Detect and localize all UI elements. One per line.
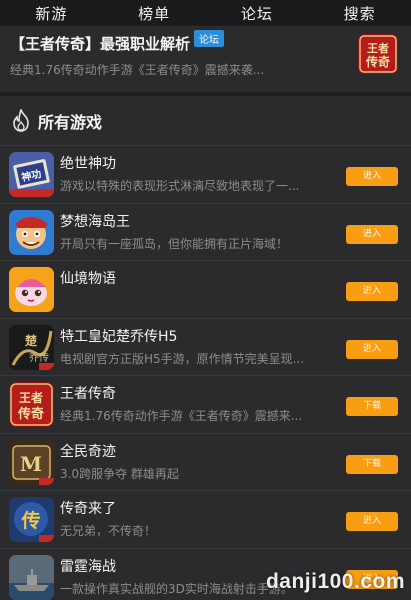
game-name: 绝世神功 — [60, 156, 116, 172]
game-description: 开局只有一座孤岛，但你能拥有正片海域！ — [60, 236, 289, 251]
enter-button[interactable]: 进入 — [346, 282, 398, 301]
game-name: 全民奇迹 — [60, 443, 116, 460]
svg-text:传奇: 传奇 — [17, 406, 44, 422]
nav-tab-search[interactable]: 搜索 — [308, 3, 411, 24]
featured-title: 【王者传奇】最强职业解析 — [10, 34, 191, 53]
svg-text:传奇: 传奇 — [365, 54, 390, 69]
svg-text:王者: 王者 — [19, 390, 43, 405]
download-button[interactable]: 下载 — [346, 454, 398, 474]
wangzhe-chuanqi-icon: 王者 传奇 — [358, 34, 398, 74]
game-name: 仙境物语 — [60, 271, 116, 287]
leiting-haizhan-icon — [9, 554, 54, 600]
site-watermark: danji100.com — [265, 570, 405, 593]
game-description: 电视剧官方正版H5手游，原作情节完美呈现... — [60, 351, 305, 366]
game-name: 雷霆海战 — [60, 558, 116, 575]
nav-tab-rankings[interactable]: 榜单 — [103, 3, 206, 24]
enter-button[interactable]: 进入 — [346, 339, 398, 359]
enter-button[interactable]: 进入 — [346, 512, 398, 531]
game-description: 3.0跨服争夺 群雄再起 — [60, 466, 179, 481]
chuqiao-zhuan-icon: 楚 乔传 — [9, 324, 54, 370]
list-item[interactable]: 神功 绝世神功 游戏以特殊的表现形式淋漓尽致地表现了一... 进入 — [0, 146, 411, 204]
top-navigation: 新游 榜单 论坛 搜索 — [0, 0, 411, 26]
list-item[interactable]: 梦想海岛王 开局只有一座孤岛，但你能拥有正片海域！ 进入 — [0, 204, 411, 261]
forum-tag-badge: 论坛 — [194, 29, 225, 47]
list-item[interactable]: 传 传奇来了 无兄弟，不传奇！ 进入 — [0, 491, 411, 549]
game-name: 特工皇妃楚乔传H5 — [60, 328, 178, 345]
game-description: 经典1.76传奇动作手游《王者传奇》震撼来... — [60, 409, 303, 423]
chuanqi-laile-icon: 传 — [9, 497, 54, 542]
game-name: 梦想海岛王 — [60, 213, 130, 230]
svg-text:楚: 楚 — [24, 333, 38, 348]
jueshi-shengong-icon: 神功 — [9, 152, 54, 197]
featured-post[interactable]: 【王者传奇】最强职业解析 论坛 经典1.76传奇动作手游《王者传奇》震撼来袭..… — [0, 26, 411, 92]
list-item[interactable]: 仙境物语 进入 — [0, 261, 411, 319]
list-item[interactable]: 楚 乔传 特工皇妃楚乔传H5 电视剧官方正版H5手游，原作情节完美呈现... 进… — [0, 319, 411, 376]
nav-tab-forum[interactable]: 论坛 — [206, 3, 309, 24]
featured-description: 经典1.76传奇动作手游《王者传奇》震撼来袭... — [10, 63, 265, 77]
svg-text:乔传: 乔传 — [29, 352, 49, 364]
enter-button[interactable]: 进入 — [346, 167, 398, 186]
list-item[interactable]: 王者 传奇 王者传奇 经典1.76传奇动作手游《王者传奇》震撼来... 下载 — [0, 376, 411, 434]
nav-tab-new-games[interactable]: 新游 — [0, 3, 103, 24]
quanmin-qiji-icon: M — [9, 439, 54, 485]
svg-text:王者: 王者 — [367, 41, 389, 55]
xianjing-wuyu-icon — [9, 267, 54, 312]
enter-button[interactable]: 进入 — [346, 224, 398, 244]
game-description: 无兄弟，不传奇！ — [60, 524, 157, 538]
wangzhe-chuanqi-icon: 王者 传奇 — [9, 382, 54, 427]
list-item[interactable]: M 全民奇迹 3.0跨服争夺 群雄再起 下载 — [0, 434, 411, 491]
svg-text:M: M — [20, 452, 42, 476]
mengxiang-haidaowang-icon — [9, 209, 54, 255]
download-button[interactable]: 下载 — [346, 397, 398, 416]
game-name: 王者传奇 — [60, 386, 116, 402]
game-name: 传奇来了 — [60, 501, 116, 517]
fire-icon — [13, 108, 29, 132]
svg-text:传: 传 — [20, 509, 40, 532]
game-list: 神功 绝世神功 游戏以特殊的表现形式淋漓尽致地表现了一... 进入 梦想海岛王 … — [0, 146, 411, 600]
game-description: 游戏以特殊的表现形式淋漓尽致地表现了一... — [60, 179, 300, 193]
all-games-header: 所有游戏 — [0, 96, 411, 146]
section-title: 所有游戏 — [38, 112, 103, 132]
